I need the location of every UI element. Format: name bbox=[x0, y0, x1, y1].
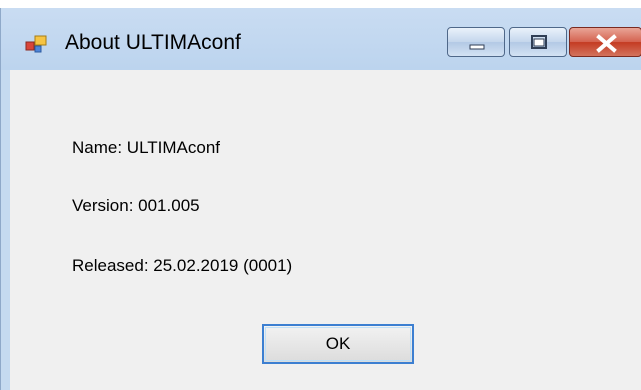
close-icon bbox=[596, 34, 617, 53]
minimize-icon bbox=[469, 44, 485, 50]
minimize-button[interactable] bbox=[447, 27, 505, 57]
title-bar[interactable]: About ULTIMAconf bbox=[1, 8, 641, 70]
dialog-content: Name: ULTIMAconf Version: 001.005 Releas… bbox=[10, 70, 641, 390]
about-dialog-window: About ULTIMAconf Name: ULTIMAconf Versio… bbox=[0, 8, 641, 390]
maximize-icon bbox=[531, 35, 547, 49]
application-icon bbox=[25, 34, 47, 54]
released-label: Released: 25.02.2019 (0001) bbox=[72, 256, 293, 275]
version-label: Version: 001.005 bbox=[72, 196, 200, 215]
ok-button[interactable]: OK bbox=[262, 324, 414, 364]
name-label: Name: ULTIMAconf bbox=[72, 138, 221, 157]
ok-button-label: OK bbox=[325, 334, 351, 353]
window-title: About ULTIMAconf bbox=[65, 31, 241, 54]
maximize-button[interactable] bbox=[509, 27, 567, 57]
close-button[interactable] bbox=[569, 27, 641, 57]
